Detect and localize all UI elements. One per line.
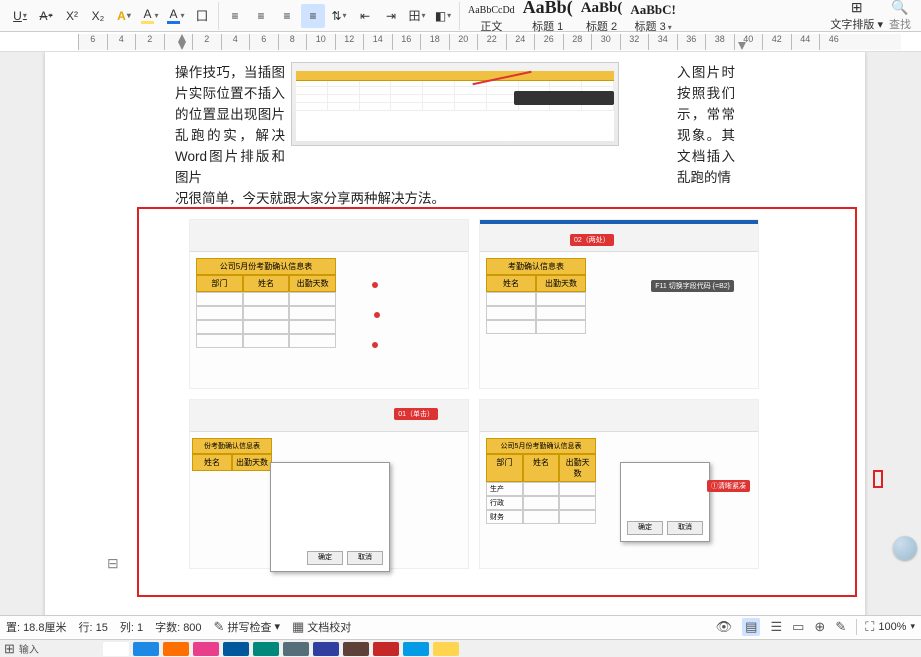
body-text-right[interactable]: 入图片时按照我们示，常常现象。其文档插入乱跑的情	[677, 62, 735, 188]
page-break-icon: ⊟	[107, 555, 119, 572]
underline-button[interactable]: U	[8, 4, 32, 28]
quadrant-top-right[interactable]: 02（两处） F11 切换字段代码 {=B2} 考勤确认信息表 姓名出勤天数	[479, 219, 759, 389]
embedded-screenshot-top[interactable]	[291, 62, 619, 146]
dialog-box-small[interactable]: 确定 取消	[620, 462, 710, 542]
input-hint[interactable]: 输入	[19, 641, 39, 656]
taskbar-app[interactable]	[343, 642, 369, 656]
table-title: 公司5月份考勤确认信息表	[196, 258, 336, 275]
quadrant-bottom-left[interactable]: 01（单击） 份考勤确认信息表 姓名出勤天数 确定 取消	[189, 399, 469, 569]
font-effects-group: U A X² X₂ A A A 囗	[4, 2, 219, 30]
increase-indent-button[interactable]: ⇥	[379, 4, 403, 28]
text-layout-button[interactable]: ⊞ 文字排版 ▾	[830, 0, 883, 32]
subscript-button[interactable]: X₂	[86, 4, 110, 28]
proofing-icon: ▦	[292, 619, 304, 635]
dialog-ok-button[interactable]: 确定	[307, 551, 343, 565]
page: 操作技巧，当插图片实际位置不插入的位置显出现图片乱跑的实，解决 Word图片排版…	[45, 52, 865, 622]
search-icon: 🔍	[891, 0, 908, 16]
taskbar-app[interactable]	[403, 642, 429, 656]
body-text-full[interactable]: 况很简单，今天就跟大家分享两种解决方法。	[175, 188, 735, 209]
styles-gallery[interactable]: AaBbCcDd 正文 AaBb( 标题 1 AaBb( 标题 2 AaBbC!…	[460, 0, 684, 34]
spell-check-icon: ✎	[214, 619, 225, 635]
status-column[interactable]: 列: 1	[120, 619, 143, 635]
dialog-cancel-button[interactable]: 取消	[347, 551, 383, 565]
align-center-button[interactable]: ≡	[249, 4, 273, 28]
taskbar-app[interactable]	[223, 642, 249, 656]
dialog-cancel-button[interactable]: 取消	[667, 521, 703, 535]
taskbar-app[interactable]	[373, 642, 399, 656]
print-layout-view-button[interactable]: ▤	[742, 618, 760, 636]
strikethrough-button[interactable]: A	[34, 4, 58, 28]
status-bar: 置: 18.8厘米 行: 15 列: 1 字数: 800 ✎拼写检查 ▾ ▦文档…	[0, 615, 921, 637]
style-heading3[interactable]: AaBbC! 标题 3▾	[630, 3, 676, 34]
style-heading2[interactable]: AaBb( 标题 2	[581, 1, 623, 34]
taskbar-app[interactable]	[253, 642, 279, 656]
font-color-button[interactable]: A	[164, 4, 188, 28]
quadrant-top-left[interactable]: 公司5月份考勤确认信息表 部门姓名出勤天数	[189, 219, 469, 389]
taskbar-app[interactable]	[133, 642, 159, 656]
focus-view-button[interactable]: ✎	[835, 619, 846, 635]
table-title: 份考勤确认信息表	[192, 438, 272, 454]
taskbar-app[interactable]	[103, 642, 129, 656]
spell-check-button[interactable]: ✎拼写检查 ▾	[214, 619, 280, 635]
line-spacing-button[interactable]: ⇅	[327, 4, 351, 28]
document-area[interactable]: 操作技巧，当插图片实际位置不插入的位置显出现图片乱跑的实，解决 Word图片排版…	[0, 52, 921, 622]
paragraph-group: ≡ ≡ ≡ ≡ ⇅ ⇤ ⇥ 田 ◧	[219, 2, 460, 30]
taskbar-app[interactable]	[283, 642, 309, 656]
highlight-button[interactable]: A	[138, 4, 162, 28]
right-tools: ⊞ 文字排版 ▾ 🔍 查找	[824, 0, 917, 32]
status-word-count[interactable]: 字数: 800	[155, 619, 201, 635]
text-effects-button[interactable]: A	[112, 4, 136, 28]
floating-assistant-button[interactable]	[893, 536, 917, 560]
align-right-button[interactable]: ≡	[275, 4, 299, 28]
taskbar-app[interactable]	[433, 642, 459, 656]
outline-view-button[interactable]: ☰	[770, 619, 782, 635]
superscript-button[interactable]: X²	[60, 4, 84, 28]
dialog-box[interactable]: 确定 取消	[270, 462, 390, 572]
decrease-indent-button[interactable]: ⇤	[353, 4, 377, 28]
find-button[interactable]: 🔍 查找	[889, 0, 911, 32]
zoom-control[interactable]: ⛶ 100% ▾	[856, 619, 915, 635]
shading-button[interactable]: ◧	[431, 4, 455, 28]
quadrant-bottom-right[interactable]: 公司5月份考勤确认信息表 部门姓名出勤天数 生产 行政 财务 确定 取消 ①清晰…	[479, 399, 759, 569]
taskbar-app[interactable]	[163, 642, 189, 656]
table-title: 公司5月份考勤确认信息表	[486, 438, 596, 454]
eye-icon[interactable]: 👁	[716, 619, 733, 635]
dialog-ok-button[interactable]: 确定	[627, 521, 663, 535]
taskbar-app[interactable]	[313, 642, 339, 656]
windows-taskbar[interactable]: ⊞ 输入	[0, 639, 921, 657]
text-layout-icon: ⊞	[851, 0, 863, 16]
table-title: 考勤确认信息表	[486, 258, 586, 275]
status-right-group: 👁 ▤ ☰ ▭ ⊕ ✎ ⛶ 100% ▾	[716, 618, 915, 636]
style-heading1[interactable]: AaBb( 标题 1	[523, 0, 573, 34]
borders-button[interactable]: 田	[405, 4, 429, 28]
taskbar-app[interactable]	[193, 642, 219, 656]
zoom-fit-icon[interactable]: ⛶	[865, 619, 874, 635]
style-normal[interactable]: AaBbCcDd 正文	[468, 6, 515, 34]
body-text-left[interactable]: 操作技巧，当插图片实际位置不插入的位置显出现图片乱跑的实，解决 Word图片排版…	[175, 62, 285, 188]
char-border-button[interactable]: 囗	[190, 4, 214, 28]
text-cursor-indicator	[873, 470, 883, 488]
reading-view-button[interactable]: ▭	[792, 619, 804, 635]
image-grid-selection[interactable]: 公司5月份考勤确认信息表 部门姓名出勤天数 02（两处） F	[137, 207, 857, 597]
align-justify-button[interactable]: ≡	[301, 4, 325, 28]
zoom-label[interactable]: 100%	[878, 621, 906, 633]
status-page-position[interactable]: 置: 18.8厘米	[6, 619, 66, 635]
horizontal-ruler[interactable]: 6422468101214161820222426283032343638404…	[0, 32, 921, 52]
align-left-button[interactable]: ≡	[223, 4, 247, 28]
formatting-toolbar: U A X² X₂ A A A 囗 ≡ ≡ ≡ ≡ ⇅ ⇤ ⇥ 田 ◧ AaBb…	[0, 0, 921, 32]
web-layout-view-button[interactable]: ⊕	[814, 619, 825, 635]
start-menu-button[interactable]: ⊞	[4, 641, 15, 657]
proofing-button[interactable]: ▦文档校对	[292, 619, 351, 635]
status-line[interactable]: 行: 15	[78, 619, 107, 635]
